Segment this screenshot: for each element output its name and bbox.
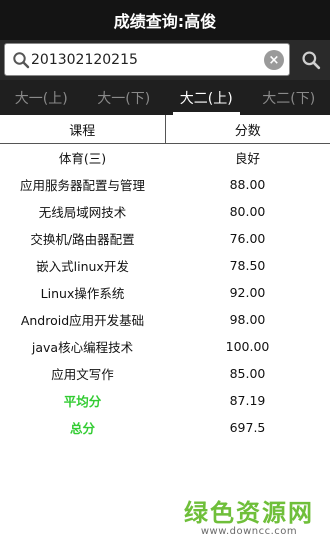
header-course: 课程: [69, 123, 96, 139]
tab-semester-3[interactable]: 大二(上): [165, 80, 248, 115]
watermark-logo: 绿色资源网: [184, 499, 314, 527]
tab-semester-4[interactable]: 大二(下): [248, 80, 330, 115]
grades-table: 体育(三) 良好应用服务器配置与管理 88.00 无线局域网技术 80.00 交换机/路由…: [0, 144, 330, 441]
header-score: 分数: [164, 115, 330, 143]
semester-tabs: 大一(上) 大一(下) 大二(上) 大二(下): [0, 80, 330, 115]
summary-row: 平均分 87.19: [0, 387, 330, 414]
summary-label: 总分: [69, 421, 95, 436]
search-button[interactable]: [294, 43, 328, 76]
table-row: 体育(三) 良好: [0, 144, 330, 171]
tab-semester-2[interactable]: 大一(下): [83, 80, 166, 115]
summary-value: 697.5: [229, 420, 266, 435]
table-row: Linux操作系统 92.00: [0, 279, 330, 306]
course-name: 应用文写作: [51, 367, 114, 382]
table-row: 应用文写作 85.00: [0, 360, 330, 387]
course-name: 嵌入式linux开发: [36, 259, 129, 274]
course-name: 体育(三): [58, 151, 107, 166]
table-row: 嵌入式linux开发 78.50: [0, 252, 330, 279]
summary-label: 平均分: [63, 394, 102, 409]
watermark: 绿色资源网 www.downcc.com: [184, 493, 314, 537]
table-row: 应用服务器配置与管理 88.00: [0, 171, 330, 198]
course-name: 应用服务器配置与管理: [19, 178, 145, 193]
summary-row: 总分 697.5: [0, 414, 330, 441]
table-row: java核心编程技术 100.00: [0, 333, 330, 360]
course-score: 85.00: [229, 366, 266, 381]
tab-semester-1[interactable]: 大一(上): [0, 80, 83, 115]
course-score: 80.00: [229, 204, 266, 219]
search-icon: [302, 50, 321, 69]
course-score: 92.00: [229, 285, 266, 300]
search-icon: [13, 52, 30, 69]
search-bar: ×: [0, 40, 330, 80]
watermark-url: www.downcc.com: [200, 526, 298, 537]
student-id-input[interactable]: [31, 48, 266, 72]
course-score: 78.50: [229, 258, 266, 273]
course-name: Android应用开发基础: [20, 313, 145, 328]
course-score: 76.00: [229, 231, 266, 246]
course-name: Linux操作系统: [40, 286, 125, 301]
clear-icon[interactable]: ×: [264, 50, 284, 70]
search-box[interactable]: ×: [4, 43, 290, 76]
table-row: Android应用开发基础 98.00: [0, 306, 330, 333]
course-name: 无线局域网技术: [38, 205, 127, 220]
course-name: java核心编程技术: [31, 340, 134, 355]
summary-value: 87.19: [229, 393, 266, 408]
table-row: 交换机/路由器配置 76.00: [0, 225, 330, 252]
page-title: 成绩查询:高俊: [113, 12, 217, 31]
title-bar: 成绩查询:高俊: [0, 0, 330, 40]
course-name: 交换机/路由器配置: [30, 232, 135, 247]
course-score: 良好: [234, 151, 260, 166]
course-score: 88.00: [229, 177, 266, 192]
course-score: 98.00: [229, 312, 266, 327]
table-row: 无线局域网技术 80.00: [0, 198, 330, 225]
table-header: 课程 分数: [0, 115, 330, 144]
course-score: 100.00: [225, 339, 270, 354]
